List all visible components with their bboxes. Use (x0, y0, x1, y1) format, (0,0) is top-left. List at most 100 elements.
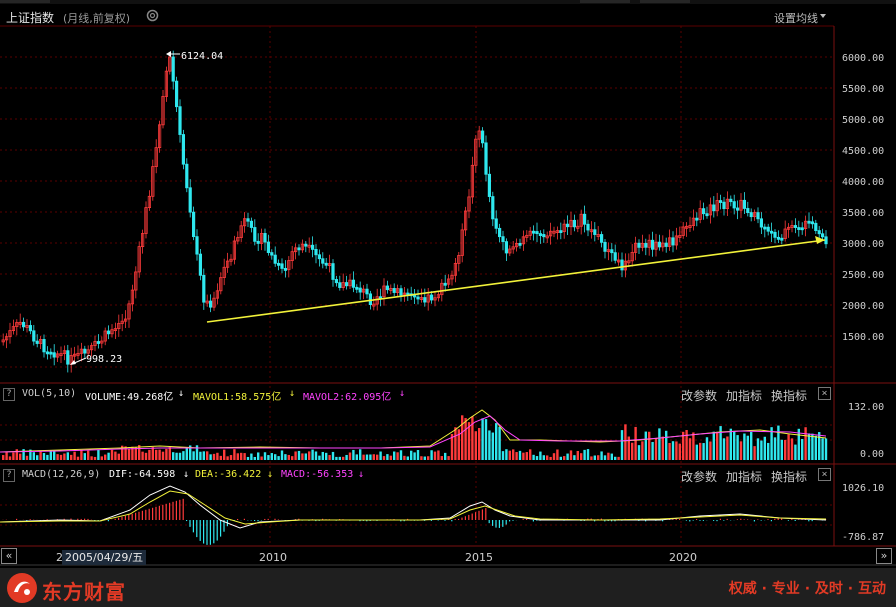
volume-bar (318, 455, 321, 460)
volume-bar (182, 451, 185, 460)
candle (280, 263, 284, 269)
volume-bar (270, 453, 273, 460)
candle (572, 219, 577, 228)
volume-bar (733, 430, 736, 460)
volume-bar (410, 450, 413, 460)
volume-bar (552, 453, 556, 460)
candle (749, 212, 753, 218)
volume-bar (654, 438, 658, 460)
candle (368, 293, 373, 305)
candle (297, 247, 301, 251)
volume-bar (702, 443, 705, 460)
candle (351, 279, 356, 288)
volume-bar (559, 456, 562, 460)
scroll-right-icon[interactable]: » (876, 548, 892, 564)
volume-bar (641, 441, 644, 460)
volume-bar (668, 442, 671, 460)
macd-indicator-name: MACD(12,26,9) (22, 469, 101, 480)
candle (484, 142, 488, 175)
volume-bar (665, 430, 668, 460)
volume-bar (488, 430, 491, 460)
candle (504, 241, 509, 254)
volume-bar (212, 453, 216, 460)
switch-indicator-button[interactable]: 换指标 (771, 387, 807, 404)
volume-bar (685, 430, 688, 460)
volume-bar (365, 454, 369, 460)
candle (480, 130, 485, 144)
volume-bar (617, 456, 620, 460)
volume-bar (804, 427, 807, 460)
volume-bar (631, 442, 634, 460)
volume-bar (603, 455, 607, 460)
volume-bar (76, 456, 80, 460)
volume-bar (56, 454, 59, 460)
volume-bar (508, 450, 511, 460)
volume-bar (600, 451, 603, 460)
volume-bar (294, 451, 297, 460)
volume-bar (447, 456, 450, 460)
candle (249, 220, 253, 228)
macd-histogram (2, 498, 827, 545)
volume-bar (345, 454, 348, 460)
close-icon[interactable]: × (818, 468, 831, 481)
volume-bar (141, 451, 144, 460)
volume-bar (386, 454, 389, 460)
help-icon[interactable]: ? (3, 388, 15, 401)
candle (538, 233, 543, 237)
volume-bar (110, 449, 114, 460)
candle (719, 200, 723, 203)
volume-bar (362, 454, 365, 460)
vol-indicator-name: VOL(5,10) (22, 388, 77, 399)
volume-bar (114, 451, 117, 460)
volume-bar (49, 450, 52, 460)
close-icon[interactable]: × (818, 387, 831, 400)
volume-bar (790, 438, 794, 460)
switch-indicator-button[interactable]: 换指标 (771, 468, 807, 485)
volume-bar (246, 456, 250, 460)
volume-bar (155, 449, 158, 460)
year-label: 2015 (465, 551, 493, 564)
volume-bar (549, 456, 552, 460)
candle (202, 274, 206, 303)
macd-tick: -786.87 (842, 532, 884, 543)
volume-bar (427, 456, 430, 460)
volume-bar (624, 424, 627, 460)
volume-bar (542, 455, 545, 460)
volume-bar (359, 449, 362, 460)
volume-bar (406, 456, 409, 460)
candle (797, 227, 801, 230)
candle (49, 351, 53, 355)
volume-bar (100, 456, 103, 460)
volume-bar (719, 426, 722, 460)
volume-bar (433, 451, 437, 460)
add-indicator-button[interactable]: 加指标 (726, 468, 762, 485)
volume-bar (515, 452, 518, 460)
macd-value: MACD:-56.353 (281, 469, 354, 480)
brand-name: 东方财富 (42, 580, 126, 604)
volume-bar (161, 451, 165, 460)
volume-bar (614, 456, 617, 460)
candle (178, 106, 182, 135)
candle (773, 231, 777, 238)
price-tick: 1500.00 (842, 332, 884, 343)
volume-bar (712, 431, 715, 460)
change-params-button[interactable]: 改参数 (681, 387, 717, 404)
volume-bar (495, 423, 498, 460)
scroll-left-icon[interactable]: « (1, 548, 17, 564)
candle (487, 173, 492, 197)
candle (304, 243, 308, 247)
volume-bar (705, 437, 709, 460)
volume-bar (678, 443, 681, 460)
add-indicator-button[interactable]: 加指标 (726, 387, 762, 404)
candle (443, 282, 447, 286)
candle (365, 288, 369, 295)
help-icon[interactable]: ? (3, 469, 15, 482)
change-params-button[interactable]: 改参数 (681, 468, 717, 485)
candle (246, 218, 250, 222)
brand-slogan: 权威 · 专业 · 及时 · 互动 (728, 581, 886, 597)
volume-bar (716, 431, 719, 460)
volume-bar (709, 441, 712, 460)
volume-bar (369, 454, 372, 460)
candle (583, 213, 587, 225)
candle (657, 241, 662, 248)
